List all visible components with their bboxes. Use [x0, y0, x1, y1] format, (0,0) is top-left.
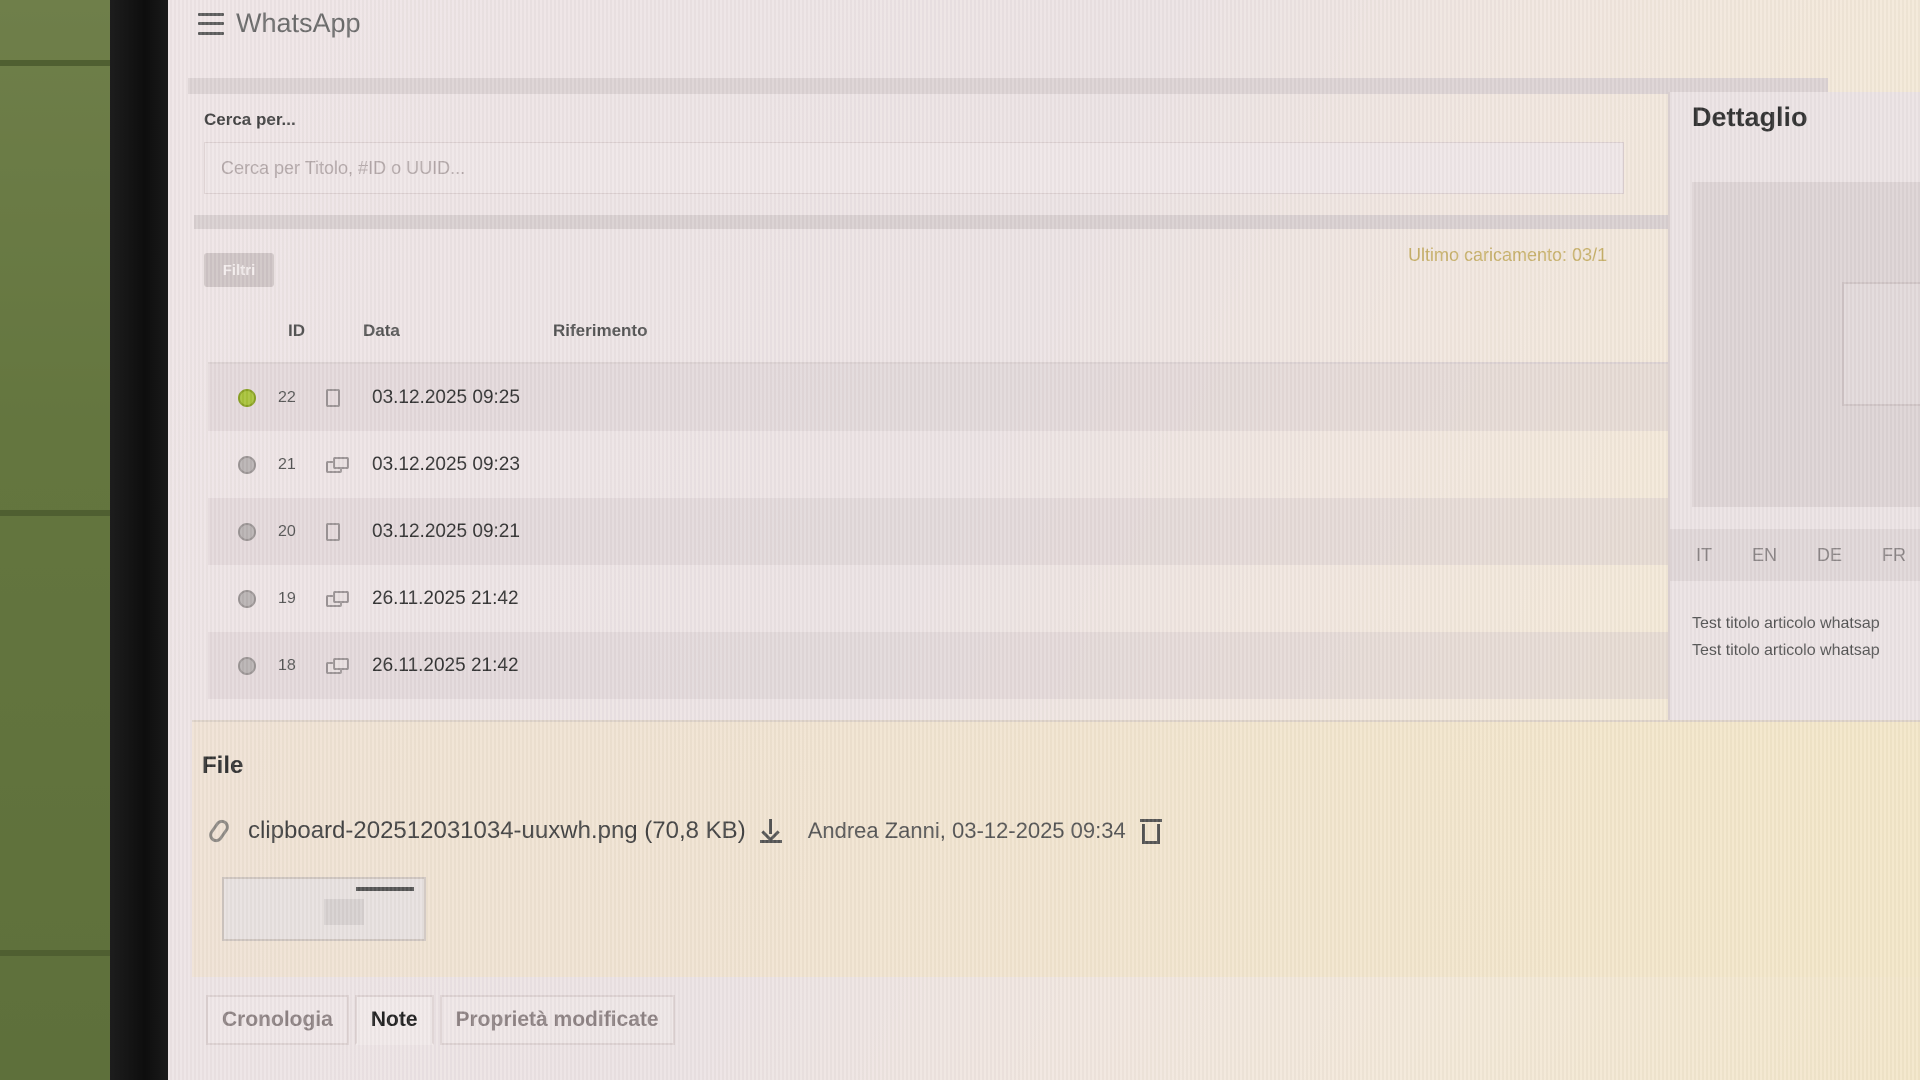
row-id: 19	[278, 589, 296, 607]
download-icon[interactable]	[759, 819, 782, 843]
cards-icon	[326, 657, 350, 674]
column-header-data[interactable]: Data	[363, 321, 553, 341]
background-outside-monitor	[0, 0, 125, 1080]
tab-note[interactable]: Note	[354, 995, 434, 1045]
tab-cronologia[interactable]: Cronologia	[206, 995, 349, 1045]
language-tab-en[interactable]: EN	[1752, 545, 1777, 566]
status-indicator	[238, 589, 256, 608]
background-stripe	[0, 950, 125, 956]
table-header: ID Data Riferimento	[208, 300, 1688, 364]
table-row[interactable]: 19 26.11.2025 21:42	[208, 565, 1688, 632]
tab-proprieta-modificate[interactable]: Proprietà modificate	[439, 995, 675, 1045]
table-row[interactable]: 20 03.12.2025 09:21	[208, 498, 1688, 565]
divider	[194, 215, 1684, 229]
file-uploader-meta: Andrea Zanni, 03-12-2025 09:34	[807, 818, 1126, 843]
cards-icon	[326, 590, 350, 607]
search-block: Cerca per...	[204, 110, 1824, 194]
background-stripe	[0, 510, 125, 516]
language-tab-fr[interactable]: FR	[1882, 545, 1906, 566]
row-date: 26.11.2025 21:42	[372, 587, 519, 609]
status-indicator	[238, 522, 256, 541]
detail-text-line: Test titolo articolo whatsap	[1692, 642, 1880, 659]
status-indicator	[238, 388, 256, 407]
file-attachment-row: clipboard-202512031034-uuxwh.png (70,8 K…	[206, 817, 1162, 845]
detail-title: Dettaglio	[1692, 102, 1808, 132]
row-id: 20	[278, 522, 296, 540]
app-header: WhatsApp	[198, 8, 361, 39]
trash-icon[interactable]	[1139, 819, 1162, 844]
detail-text-line: Test titolo articolo whatsap	[1692, 615, 1880, 632]
language-tab-de[interactable]: DE	[1817, 545, 1842, 566]
document-icon	[326, 522, 340, 541]
row-date: 03.12.2025 09:23	[372, 453, 520, 475]
status-indicator	[238, 656, 256, 675]
paperclip-icon	[206, 817, 232, 845]
background-stripe	[0, 60, 125, 66]
list-menu-icon[interactable]	[198, 12, 224, 35]
table-body: 22 03.12.2025 09:25 21 03.12.2025 09:23 …	[208, 364, 1688, 699]
search-label: Cerca per...	[204, 110, 296, 129]
preview-placeholder	[1842, 282, 1920, 406]
row-id: 18	[278, 656, 296, 674]
detail-preview-image	[1692, 182, 1920, 507]
language-tab-it[interactable]: IT	[1696, 545, 1712, 566]
cards-icon	[326, 456, 350, 473]
file-thumbnail[interactable]	[222, 877, 426, 941]
row-date: 26.11.2025 21:42	[372, 654, 519, 676]
app-title: WhatsApp	[236, 8, 361, 38]
status-indicator	[238, 455, 256, 474]
column-header-riferimento[interactable]: Riferimento	[553, 321, 853, 341]
filter-chip[interactable]: Filtri	[204, 253, 274, 287]
column-header-id[interactable]: ID	[288, 321, 363, 341]
app-screen: WhatsApp Cerca per... Filtri Ultimo cari…	[168, 0, 1920, 1080]
bottom-tabs: Cronologia Note Proprietà modificate	[206, 995, 681, 1045]
row-id: 22	[278, 388, 296, 406]
detail-panel: Dettaglio IT EN DE FR Test titolo artico…	[1668, 92, 1920, 722]
row-date: 03.12.2025 09:25	[372, 386, 520, 408]
table-row[interactable]: 18 26.11.2025 21:42	[208, 632, 1688, 699]
records-table: ID Data Riferimento 22 03.12.2025 09:25 …	[208, 300, 1688, 699]
divider	[188, 78, 1828, 94]
file-link[interactable]: clipboard-202512031034-uuxwh.png (70,8 K…	[248, 817, 746, 845]
file-heading: File	[202, 752, 244, 779]
search-input[interactable]	[204, 142, 1624, 194]
table-row[interactable]: 21 03.12.2025 09:23	[208, 431, 1688, 498]
language-tabs: IT EN DE FR	[1670, 529, 1920, 581]
row-id: 21	[278, 455, 296, 473]
document-icon	[326, 388, 340, 407]
table-row[interactable]: 22 03.12.2025 09:25	[208, 364, 1688, 431]
file-section: File clipboard-202512031034-uuxwh.png (7…	[192, 720, 1920, 977]
row-date: 03.12.2025 09:21	[372, 520, 520, 542]
monitor-bezel	[110, 0, 168, 1080]
last-load-label: Ultimo caricamento: 03/1	[1408, 245, 1608, 265]
